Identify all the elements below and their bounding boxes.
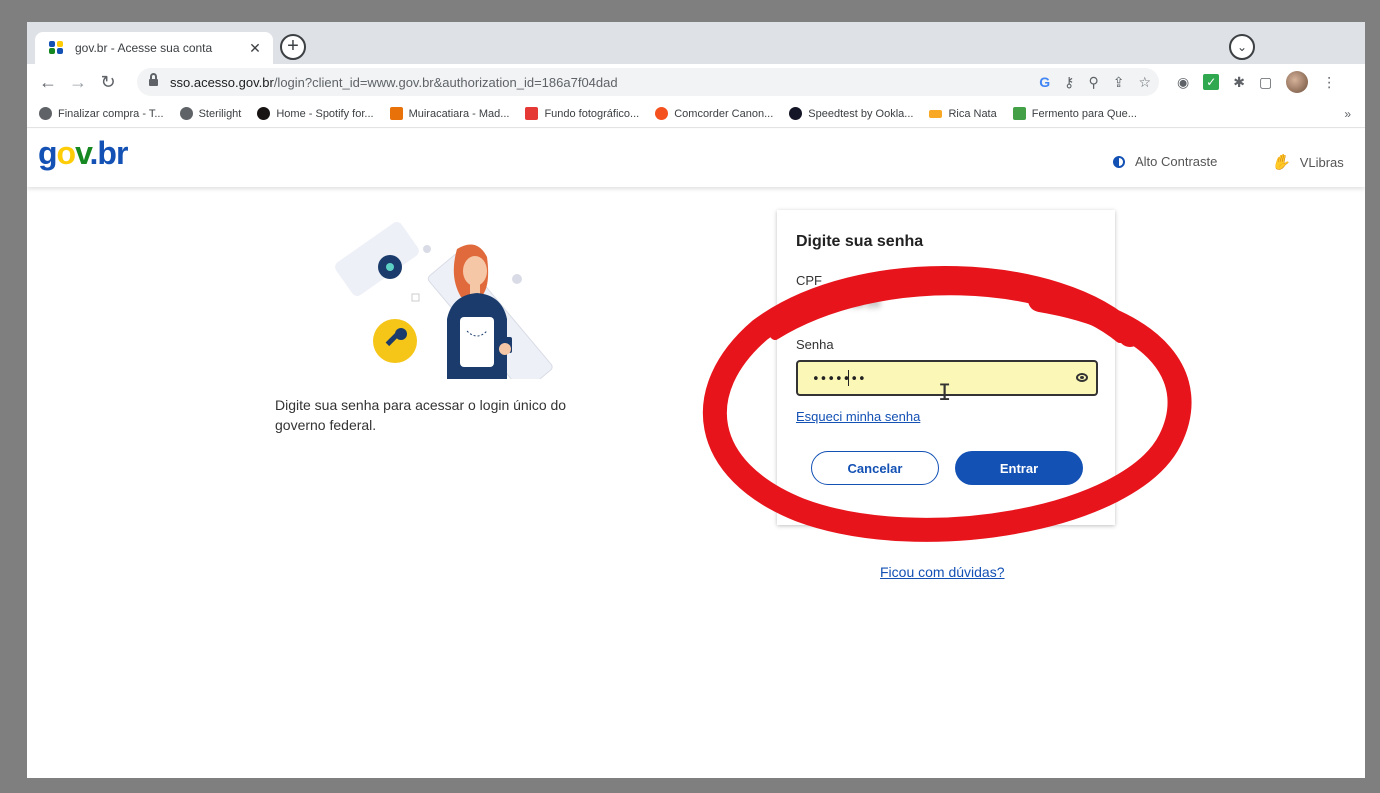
spotify-icon [257, 107, 271, 120]
new-tab-button[interactable]: + [280, 34, 306, 60]
eye-icon[interactable] [1076, 373, 1088, 382]
bookmark-item[interactable]: Speedtest by Ookla... [789, 107, 913, 120]
bookmark-item[interactable]: Muiracatiara - Mad... [389, 107, 510, 120]
bookmark-label: Home - Spotify for... [276, 107, 374, 120]
help-link[interactable]: Ficou com dúvidas? [880, 564, 1005, 580]
bookmark-label: Sterilight [198, 107, 242, 120]
reload-icon[interactable]: ↻ [93, 72, 123, 93]
tab-close-icon[interactable]: ✕ [247, 40, 263, 57]
bookmark-icon [1012, 107, 1026, 120]
bookmark-item[interactable]: Finalizar compra - T... [39, 107, 164, 120]
vlibras-button[interactable]: ✋ VLibras [1271, 153, 1344, 171]
bookmarks-more-icon[interactable]: » [1344, 107, 1351, 121]
bookmark-label: Rica Nata [948, 107, 997, 120]
address-bar[interactable]: sso.acesso.gov.br/login?client_id=www.go… [137, 68, 1159, 96]
cpf-label: CPF [796, 273, 822, 288]
high-contrast-label: Alto Contraste [1135, 154, 1218, 169]
key-icon [373, 319, 417, 363]
lock-icon[interactable] [149, 73, 158, 87]
vlibras-label: VLibras [1299, 154, 1344, 170]
bookmark-item[interactable]: Sterilight [179, 107, 242, 120]
bookmarks-bar: Finalizar compra - T... Sterilight Home … [27, 100, 1365, 128]
bookmark-item[interactable]: Fundo fotográfico... [525, 107, 639, 120]
tab-govbr[interactable]: gov.br - Acesse sua conta ✕ [35, 32, 273, 64]
side-panel-icon[interactable]: ▢ [1259, 74, 1272, 91]
forward-arrow-icon[interactable]: → [63, 72, 93, 93]
bookmark-item[interactable]: Home - Spotify for... [257, 107, 374, 120]
menu-dots-icon[interactable]: ⋮ [1322, 74, 1336, 91]
tab-search-icon[interactable]: ⌄ [1229, 34, 1255, 60]
tab-strip: gov.br - Acesse sua conta ✕ + ⌄ [27, 22, 1365, 64]
site-header: gov.br Alto Contraste ✋ VLibras [27, 129, 1365, 187]
cpf-value: 038.288.758-25 [796, 296, 881, 310]
background-shapes [335, 222, 553, 379]
key-icon[interactable]: ⚷ [1064, 74, 1074, 91]
bookmark-icon [655, 107, 669, 120]
login-illustration [335, 222, 553, 379]
bookmark-label: Muiracatiara - Mad... [408, 107, 510, 120]
cancel-button[interactable]: Cancelar [811, 451, 939, 485]
login-card-title: Digite sua senha [796, 233, 924, 250]
checkmark-extension-icon[interactable]: ✓ [1203, 74, 1220, 90]
back-arrow-icon[interactable]: ← [33, 72, 63, 93]
bookmark-item[interactable]: Comcorder Canon... [655, 107, 773, 120]
govbr-favicon-icon [49, 41, 65, 55]
woman-figure [447, 244, 512, 379]
govbr-logo[interactable]: gov.br [38, 135, 128, 172]
bookmark-label: Comcorder Canon... [674, 107, 774, 120]
bookmark-icon [929, 109, 943, 118]
zoom-icon[interactable]: ⚲ [1088, 74, 1098, 91]
contrast-icon [1113, 155, 1125, 168]
password-input[interactable] [812, 370, 1062, 388]
enter-button[interactable]: Entrar [955, 451, 1083, 485]
login-card: Digite sua senha CPF 038.288.758-25 Senh… [777, 210, 1115, 525]
bookmark-label: Fermento para Que... [1031, 107, 1137, 120]
google-translate-icon[interactable]: G [1039, 74, 1050, 90]
puzzle-icon[interactable]: ✱ [1233, 74, 1245, 91]
star-icon[interactable]: ☆ [1138, 74, 1151, 91]
url-text: sso.acesso.gov.br/login?client_id=www.go… [170, 74, 618, 90]
bookmark-icon [39, 107, 52, 120]
forgot-password-link[interactable]: Esqueci minha senha [796, 409, 920, 424]
bookmark-item[interactable]: Fermento para Que... [1012, 107, 1137, 120]
login-description: Digite sua senha para acessar o login ún… [275, 397, 567, 433]
bookmark-label: Speedtest by Ookla... [808, 107, 914, 120]
bookmark-item[interactable]: Rica Nata [929, 107, 997, 120]
tab-title: gov.br - Acesse sua conta [75, 41, 213, 55]
ibeam-cursor-icon: I [938, 381, 952, 406]
profile-avatar[interactable] [1286, 71, 1309, 93]
bookmark-label: Finalizar compra - T... [58, 107, 164, 120]
browser-window: gov.br - Acesse sua conta ✕ + ⌄ ← → ↻ ss… [27, 22, 1365, 778]
house-icon [389, 107, 403, 120]
browser-toolbar: ← → ↻ sso.acesso.gov.br/login?client_id=… [27, 64, 1365, 100]
password-label: Senha [796, 337, 834, 352]
camera-icon [378, 255, 402, 279]
text-caret [848, 370, 849, 386]
high-contrast-button[interactable]: Alto Contraste [1113, 154, 1217, 169]
bookmark-icon [179, 107, 193, 120]
sign-language-hand-icon: ✋ [1271, 154, 1290, 171]
share-icon[interactable]: ⇪ [1113, 74, 1125, 91]
speedtest-icon [789, 107, 803, 120]
extension-circle-icon[interactable]: ◉ [1177, 74, 1189, 91]
bookmark-label: Fundo fotográfico... [544, 107, 640, 120]
bookmark-icon [525, 107, 539, 120]
